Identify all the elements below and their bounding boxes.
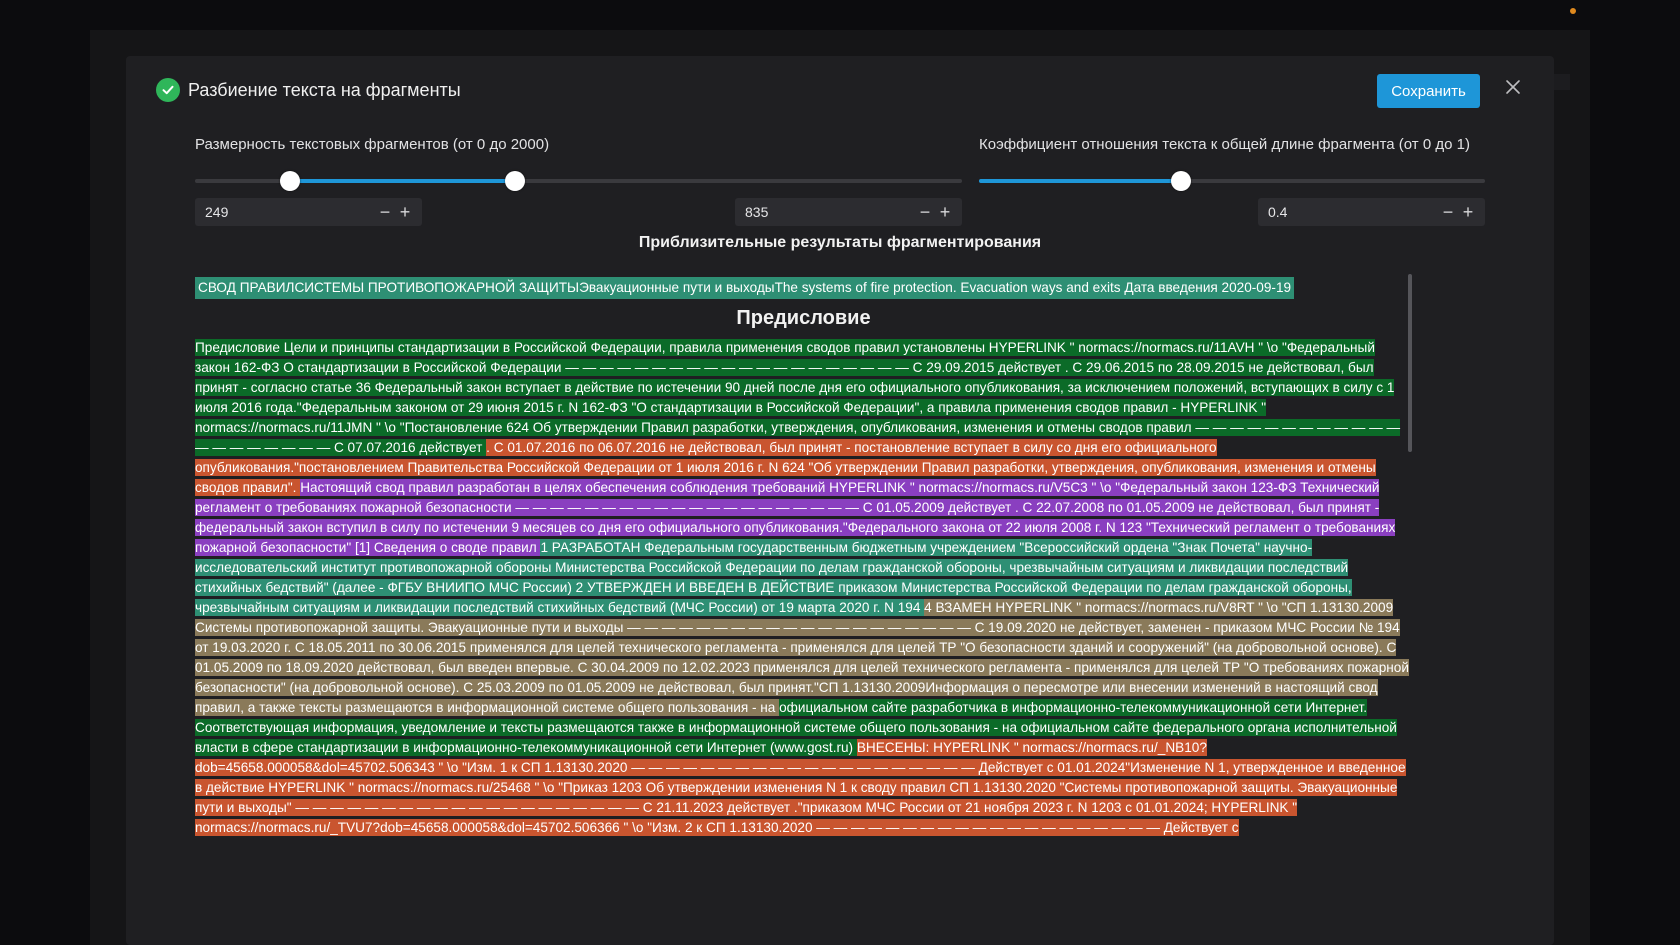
size-range-fill xyxy=(290,179,516,183)
size-min-increment-button[interactable]: + xyxy=(396,198,414,226)
size-max-stepper[interactable]: 835 − + xyxy=(735,198,962,226)
size-max-thumb[interactable] xyxy=(505,171,526,191)
close-icon[interactable] xyxy=(1502,76,1524,98)
ratio-value[interactable]: 0.4 xyxy=(1268,198,1287,226)
document-title-fragment: СВОД ПРАВИЛСИСТЕМЫ ПРОТИВОПОЖАРНОЙ ЗАЩИТ… xyxy=(195,277,1295,299)
ratio-slider-label: Коэффициент отношения текста к общей дли… xyxy=(979,136,1470,153)
ratio-fill xyxy=(979,179,1182,183)
results-panel[interactable]: СВОД ПРАВИЛСИСТЕМЫ ПРОТИВОПОЖАРНОЙ ЗАЩИТ… xyxy=(195,274,1412,914)
size-slider-label: Размерность текстовых фрагментов (от 0 д… xyxy=(195,136,550,153)
check-circle-icon xyxy=(156,78,180,102)
ratio-decrement-button[interactable]: − xyxy=(1439,198,1457,226)
ratio-stepper[interactable]: 0.4 − + xyxy=(1258,198,1485,226)
results-title: Приблизительные результаты фрагментирова… xyxy=(638,234,1042,251)
ratio-increment-button[interactable]: + xyxy=(1459,198,1477,226)
fragments-text: Предисловие Цели и принципы стандартизац… xyxy=(195,338,1412,838)
size-min-thumb[interactable] xyxy=(280,171,301,191)
notification-dot xyxy=(1570,8,1576,14)
size-max-decrement-button[interactable]: − xyxy=(916,198,934,226)
ratio-slider[interactable] xyxy=(979,171,1485,191)
size-min-stepper[interactable]: 249 − + xyxy=(195,198,422,226)
fragment-split-dialog: Разбиение текста на фрагменты Сохранить … xyxy=(126,56,1554,945)
size-min-decrement-button[interactable]: − xyxy=(376,198,394,226)
size-min-value[interactable]: 249 xyxy=(205,198,228,226)
dialog-header: Разбиение текста на фрагменты Сохранить xyxy=(156,74,1524,118)
size-max-increment-button[interactable]: + xyxy=(936,198,954,226)
size-max-value[interactable]: 835 xyxy=(745,198,768,226)
save-button[interactable]: Сохранить xyxy=(1377,74,1480,108)
ratio-thumb[interactable] xyxy=(1171,171,1192,191)
results-scrollbar[interactable] xyxy=(1408,274,1412,452)
dialog-title: Разбиение текста на фрагменты xyxy=(188,80,461,100)
section-heading: Предисловие xyxy=(736,307,871,329)
size-range-slider[interactable] xyxy=(195,171,962,191)
